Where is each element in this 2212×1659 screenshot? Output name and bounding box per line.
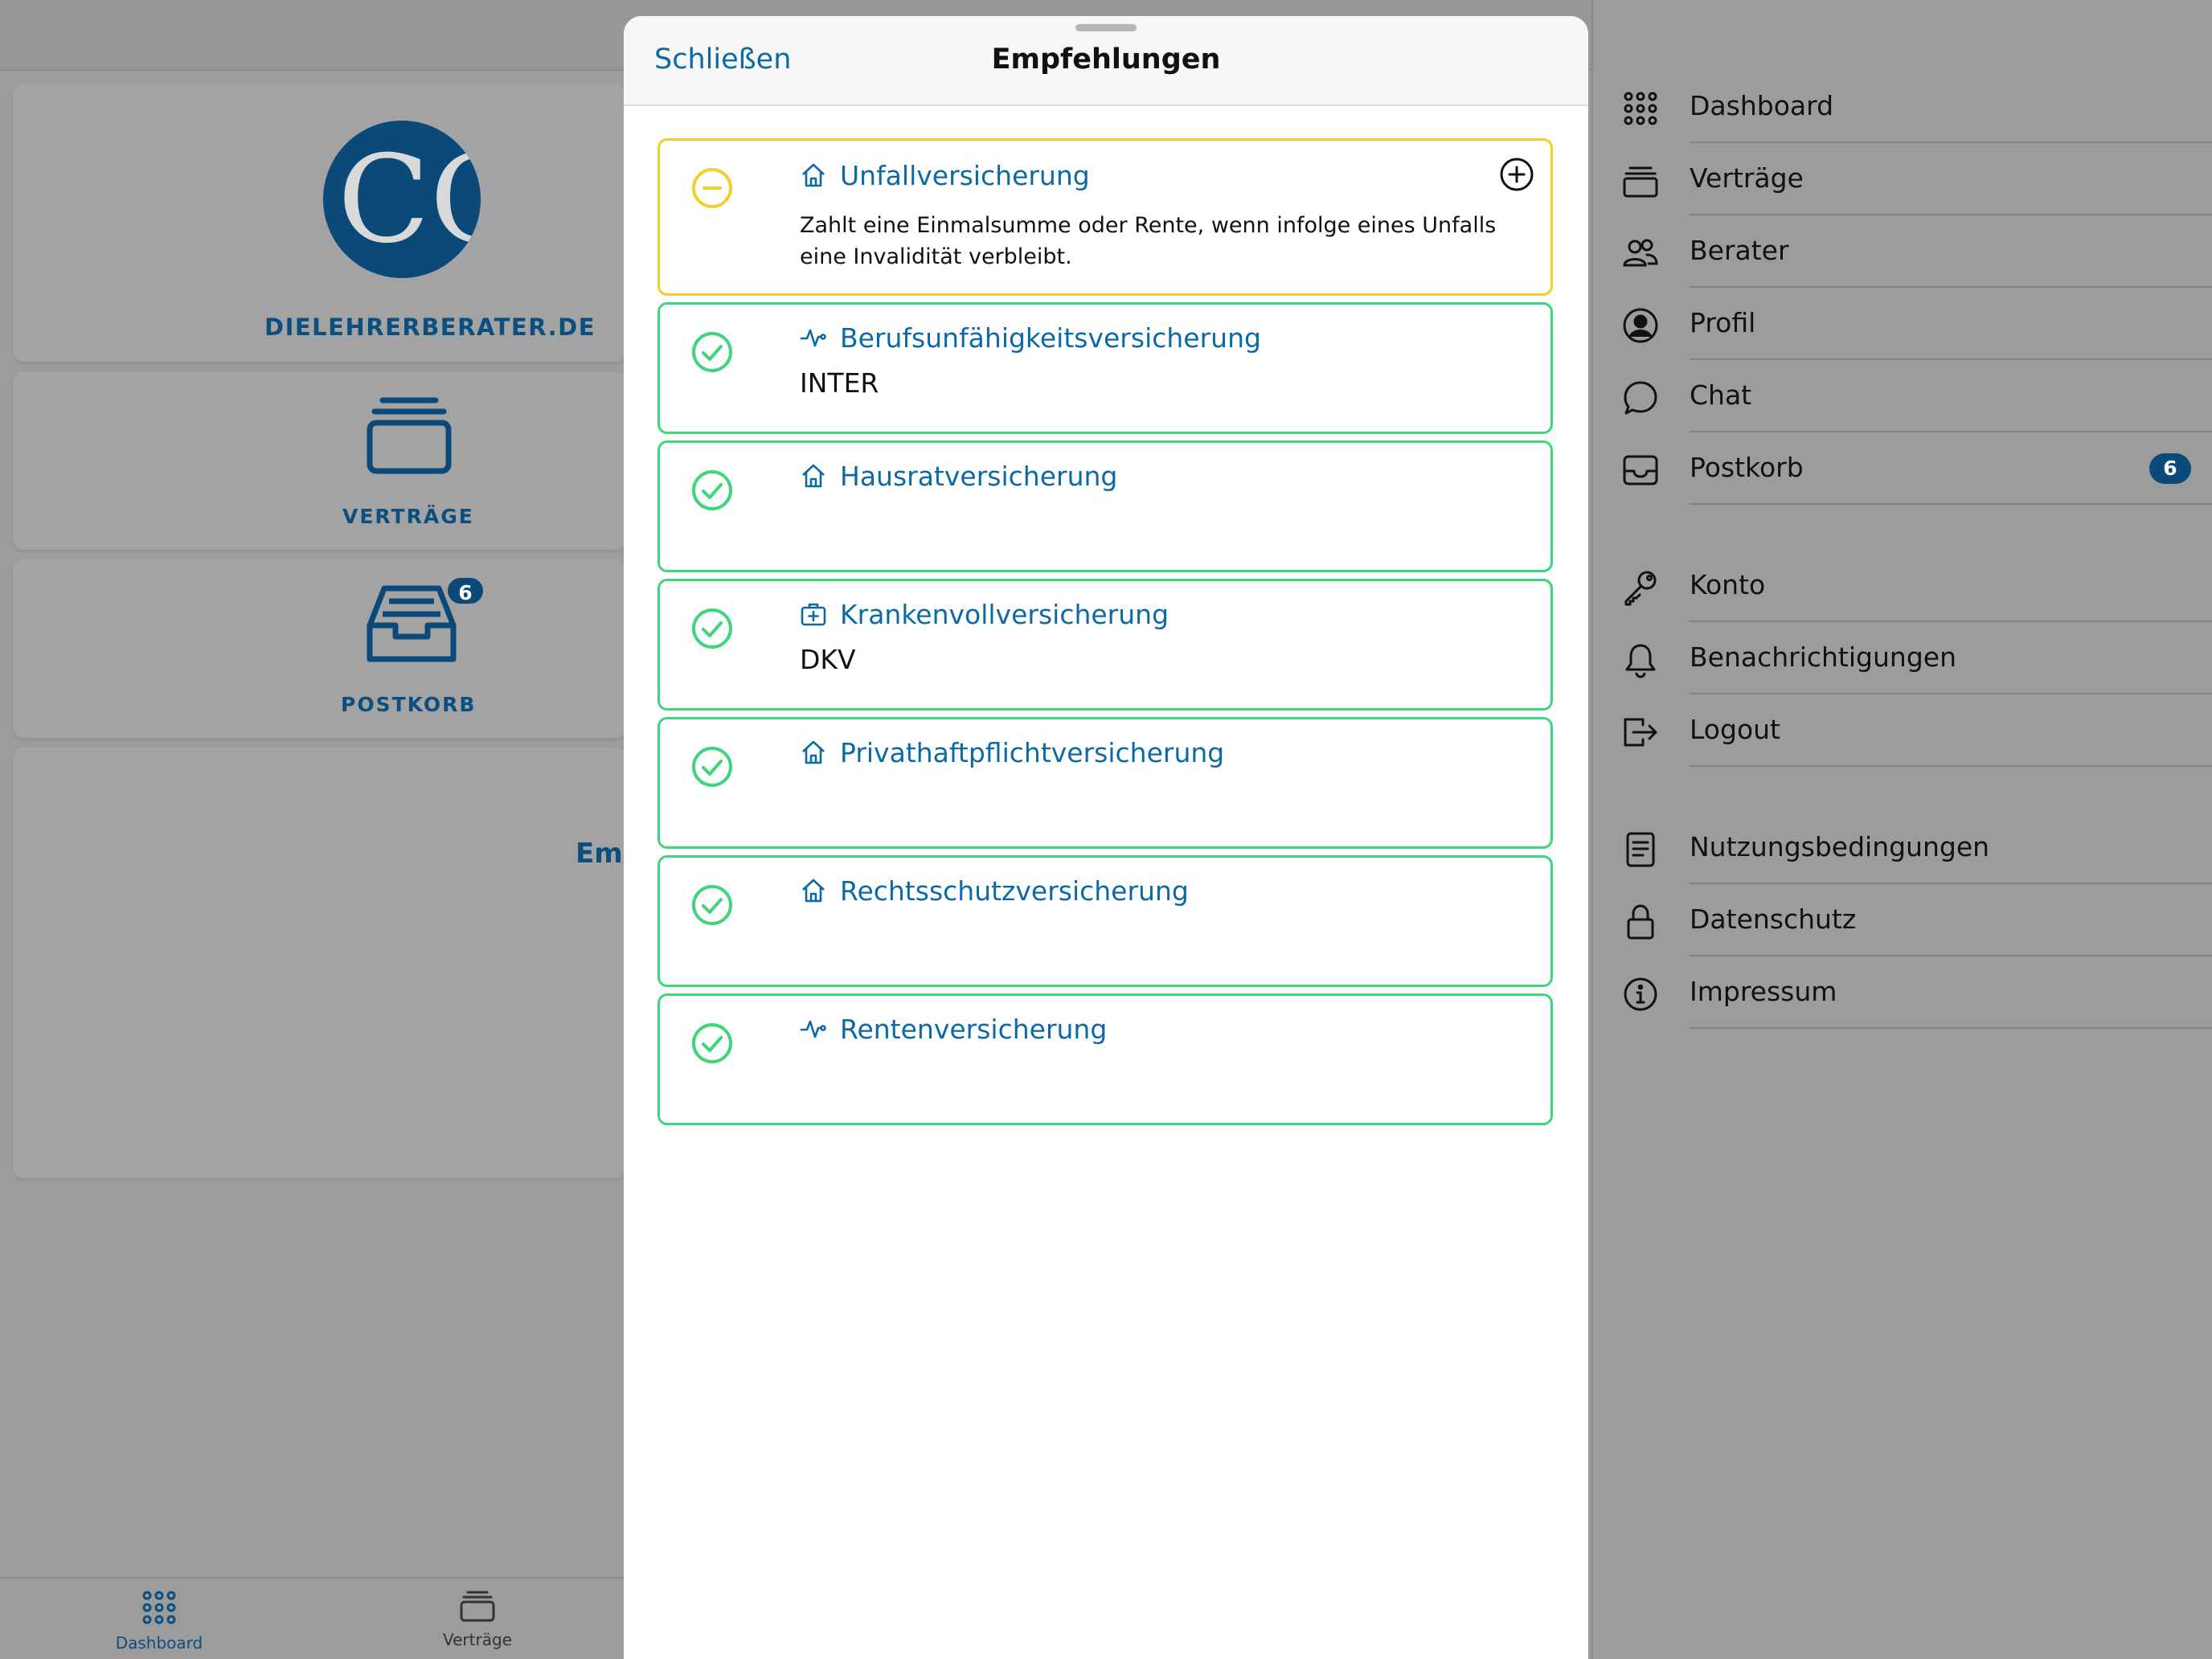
house-icon: [802, 740, 825, 764]
recommendation-company: INTER: [800, 367, 879, 399]
sidebar-item-label: Chat: [1690, 379, 1752, 411]
sidebar-item-vertraege[interactable]: Verträge: [1593, 143, 2212, 215]
sidebar-item-konto[interactable]: Konto: [1593, 550, 2212, 622]
recommendation-item-unfallversicherung[interactable]: Unfallversicherung Zahlt eine Einmalsumm…: [657, 138, 1553, 296]
sidebar-item-label: Dashboard: [1690, 90, 1834, 121]
sidebar-item-benachrichtigungen[interactable]: Benachrichtigungen: [1593, 622, 2212, 694]
sidebar-item-postkorb[interactable]: Postkorb 6: [1593, 432, 2212, 505]
chat-bubble-icon: [1624, 381, 1657, 415]
checkmark-circle-icon: [692, 747, 732, 787]
tile-postkorb[interactable]: 6 POSTKORB: [13, 559, 627, 738]
grid-dots-icon: [142, 1591, 176, 1624]
recommendations-modal: Schließen Empfehlungen Unfallversicherun…: [624, 16, 1588, 1659]
grid-dots-icon: [1624, 92, 1657, 125]
sidebar-item-nutzungsbedingungen[interactable]: Nutzungsbedingungen: [1593, 812, 2212, 884]
sidebar-item-label: Nutzungsbedingungen: [1690, 831, 1990, 862]
contracts-icon: [367, 395, 452, 479]
user-circle-icon: [1623, 308, 1658, 343]
divider: [1690, 1027, 2212, 1029]
sidebar-item-label: Konto: [1690, 569, 1766, 600]
recommendation-item-rentenversicherung[interactable]: Rentenversicherung: [657, 993, 1553, 1125]
sidebar-item-label: Logout: [1690, 714, 1780, 745]
brand-name: DIELEHRERBERATER.DE: [264, 313, 596, 341]
bell-icon: [1625, 644, 1656, 678]
house-icon: [802, 464, 825, 488]
postkorb-badge: 6: [445, 576, 485, 606]
recommendation-company: DKV: [800, 644, 856, 675]
sidebar-item-profil[interactable]: Profil: [1593, 288, 2212, 360]
add-circle-icon[interactable]: [1499, 157, 1534, 192]
logout-icon: [1624, 718, 1657, 747]
recommendation-item-privathaftpflichtversicherung[interactable]: Privathaftpflichtversicherung: [657, 717, 1553, 849]
people-icon: [1623, 239, 1658, 267]
inbox-icon: [365, 580, 458, 672]
bottom-tab-bar: Dashboard Verträge: [0, 1577, 627, 1659]
sheet-grabber[interactable]: [1075, 24, 1137, 31]
sidebar-item-label: Postkorb: [1690, 452, 1804, 483]
house-icon: [802, 879, 825, 903]
lock-icon: [1627, 904, 1654, 940]
recommendation-item-hausratversicherung[interactable]: Hausratversicherung: [657, 440, 1553, 572]
medical-case-icon: [801, 603, 826, 626]
logo-text: CC: [338, 130, 481, 270]
pulse-icon: [800, 329, 826, 347]
recommendation-item-krankenvollversicherung[interactable]: Krankenvollversicherung DKV: [657, 579, 1553, 711]
brand-logo: CC: [323, 121, 481, 278]
sidebar-item-logout[interactable]: Logout: [1593, 694, 2212, 767]
recommendation-title: Privathaftpflichtversicherung: [840, 737, 1225, 768]
tab-vertraege[interactable]: Verträge: [397, 1590, 558, 1649]
tile-label-vertraege: VERTRÄGE: [342, 505, 474, 528]
dashboard-area: CC DIELEHRERBERATER.DE VERTRÄGE 6 POSTKO…: [0, 71, 798, 1579]
sidebar-item-impressum[interactable]: Impressum: [1593, 956, 2212, 1029]
sidebar-item-label: Profil: [1690, 307, 1756, 338]
postkorb-count-badge: 6: [2149, 453, 2191, 484]
checkmark-circle-icon: [692, 608, 732, 649]
sidebar-item-datenschutz[interactable]: Datenschutz: [1593, 884, 2212, 956]
sidebar-item-dashboard[interactable]: Dashboard: [1593, 71, 2212, 143]
document-icon: [1626, 832, 1655, 867]
tile-label-postkorb: POSTKORB: [341, 693, 477, 716]
recommendation-item-rechtsschutzversicherung[interactable]: Rechtsschutzversicherung: [657, 855, 1553, 987]
info-icon: [1624, 977, 1657, 1011]
checkmark-circle-icon: [692, 885, 732, 925]
recommendation-title: Unfallversicherung: [840, 160, 1090, 191]
modal-header: Schließen Empfehlungen: [624, 16, 1588, 106]
checkmark-circle-icon: [692, 1023, 732, 1063]
sidebar-item-chat[interactable]: Chat: [1593, 360, 2212, 432]
brand-card: CC DIELEHRERBERATER.DE: [13, 84, 627, 362]
sidebar-item-label: Berater: [1690, 235, 1789, 266]
recommendation-title: Rentenversicherung: [840, 1014, 1108, 1045]
recommendation-item-berufsunfaehigkeitsversicherung[interactable]: Berufsunfähigkeitsversicherung INTER: [657, 302, 1553, 434]
recommendation-title: Hausratversicherung: [840, 461, 1118, 492]
modal-title: Empfehlungen: [991, 43, 1221, 76]
sidebar-item-berater[interactable]: Berater: [1593, 215, 2212, 288]
tab-label-vertraege: Verträge: [443, 1630, 512, 1649]
recommendation-title: Krankenvollversicherung: [840, 599, 1169, 630]
tab-dashboard[interactable]: Dashboard: [79, 1590, 240, 1653]
sidebar-item-label: Verträge: [1690, 162, 1804, 194]
inbox-icon: [1623, 455, 1658, 485]
recommendation-description: Zahlt eine Einmalsumme oder Rente, wenn …: [800, 213, 1497, 269]
sidebar-item-label: Impressum: [1690, 976, 1837, 1007]
house-icon: [802, 163, 825, 187]
recommendation-title: Berufsunfähigkeitsversicherung: [840, 322, 1261, 354]
checkmark-circle-icon: [692, 332, 732, 372]
checkmark-circle-icon: [692, 470, 732, 510]
pulse-icon: [800, 1020, 826, 1038]
contracts-icon: [1623, 166, 1658, 198]
recommendations-card[interactable]: Empfehlungen: [13, 748, 798, 1178]
recommendation-title: Rechtsschutzversicherung: [840, 875, 1189, 907]
tile-vertraege[interactable]: VERTRÄGE: [13, 371, 627, 550]
sidebar-menu: Dashboard Verträge Berater Profil Chat P…: [1591, 0, 2212, 1659]
divider: [1690, 503, 2212, 505]
sidebar-item-label: Benachrichtigungen: [1690, 641, 1956, 673]
contracts-icon: [460, 1591, 495, 1622]
pending-minus-icon: [692, 168, 732, 208]
key-icon: [1624, 571, 1657, 606]
divider: [1690, 765, 2212, 767]
tab-label-dashboard: Dashboard: [115, 1633, 203, 1653]
sidebar-item-label: Datenschutz: [1690, 903, 1857, 935]
